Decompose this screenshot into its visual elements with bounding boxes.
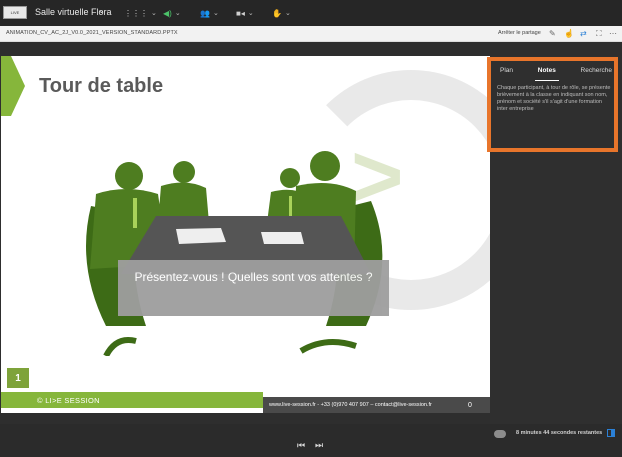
tab-recherche[interactable]: Recherche — [578, 67, 615, 81]
speaker-notes: Chaque participant, à tour de rôle, se p… — [497, 85, 611, 112]
slide-footer-counter: 0 — [468, 402, 472, 409]
next-slide-button[interactable]: ⏭ — [315, 440, 323, 451]
previous-slide-button[interactable]: ⏮ — [297, 440, 305, 451]
presentation-slide: > Tour de table Présentez-vous ! Quelles… — [1, 56, 490, 413]
slide-footer-logo: © LI>E SESSION — [37, 396, 100, 405]
status-bar: 8 minutes 44 secondes restantes ⏮ ⏭ — [0, 424, 622, 457]
chevron-down-icon: ⌄ — [174, 10, 181, 17]
slide-bottom-margin — [0, 413, 490, 424]
panel-toggle-icon[interactable] — [607, 429, 615, 437]
tab-notes[interactable]: Notes — [534, 67, 559, 81]
time-remaining: 8 minutes 44 secondes restantes — [516, 430, 603, 436]
sync-icon[interactable]: ⇄ — [580, 29, 587, 38]
slide-caption: Présentez-vous ! Quelles sont vos attent… — [118, 260, 389, 316]
speaker-icon: ◀) — [163, 8, 172, 18]
chevron-down-icon: ⌄ — [284, 10, 291, 17]
camera-menu-button[interactable]: ■◂ ⌄ — [236, 6, 254, 20]
fullscreen-icon[interactable]: ⛶ — [596, 29, 602, 39]
stop-sharing-button[interactable]: Arrêter le partage — [498, 30, 541, 36]
panel-tabs: Plan Notes Recherche — [497, 67, 615, 81]
slide-accent-arrow — [1, 56, 25, 116]
timer-toggle[interactable] — [494, 430, 506, 438]
people-icon: 👥 — [200, 8, 210, 18]
notes-panel: Plan Notes Recherche Chaque participant,… — [487, 57, 618, 152]
slide-page-number: 1 — [7, 368, 29, 388]
raise-hand-button[interactable]: ✋ ⌄ — [272, 6, 291, 20]
pen-icon[interactable]: ✎ — [549, 29, 556, 38]
audio-menu-button[interactable]: ◀) ⌄ — [163, 6, 181, 20]
tab-plan[interactable]: Plan — [497, 67, 516, 81]
chevron-down-icon[interactable]: ⌄ — [98, 6, 105, 15]
hand-icon: ✋ — [272, 8, 282, 18]
chevron-down-icon: ⌄ — [212, 10, 219, 17]
document-bar: ANIMATION_CV_AC_2J_V0.0_2021_VERSION_STA… — [0, 26, 622, 42]
grid-icon: ⋮⋮⋮ — [124, 8, 148, 18]
meeting-illustration — [86, 151, 383, 356]
camera-icon: ■◂ — [236, 8, 245, 18]
slide-title: Tour de table — [39, 75, 164, 97]
document-name: ANIMATION_CV_AC_2J_V0.0_2021_VERSION_STA… — [6, 30, 178, 36]
more-options-icon[interactable]: ⋯ — [609, 29, 617, 38]
layout-menu-button[interactable]: ⋮⋮⋮ ⌄ — [124, 6, 157, 20]
top-bar: LIVE Salle virtuelle Flora ⌄ ⋮⋮⋮ ⌄ ◀) ⌄ 👥 ⌄… — [0, 0, 622, 26]
slide-footer-contact: www.live-session.fr - +33 (0)970 407 907… — [269, 402, 432, 408]
hand-pointer-icon[interactable]: ☝ — [564, 29, 574, 38]
chevron-down-icon: ⌄ — [151, 10, 157, 17]
participants-menu-button[interactable]: 👥 ⌄ — [200, 6, 219, 20]
app-logo: LIVE — [3, 6, 27, 19]
app-window: LIVE Salle virtuelle Flora ⌄ ⋮⋮⋮ ⌄ ◀) ⌄ 👥 ⌄… — [0, 0, 622, 457]
chevron-down-icon: ⌄ — [247, 10, 254, 17]
